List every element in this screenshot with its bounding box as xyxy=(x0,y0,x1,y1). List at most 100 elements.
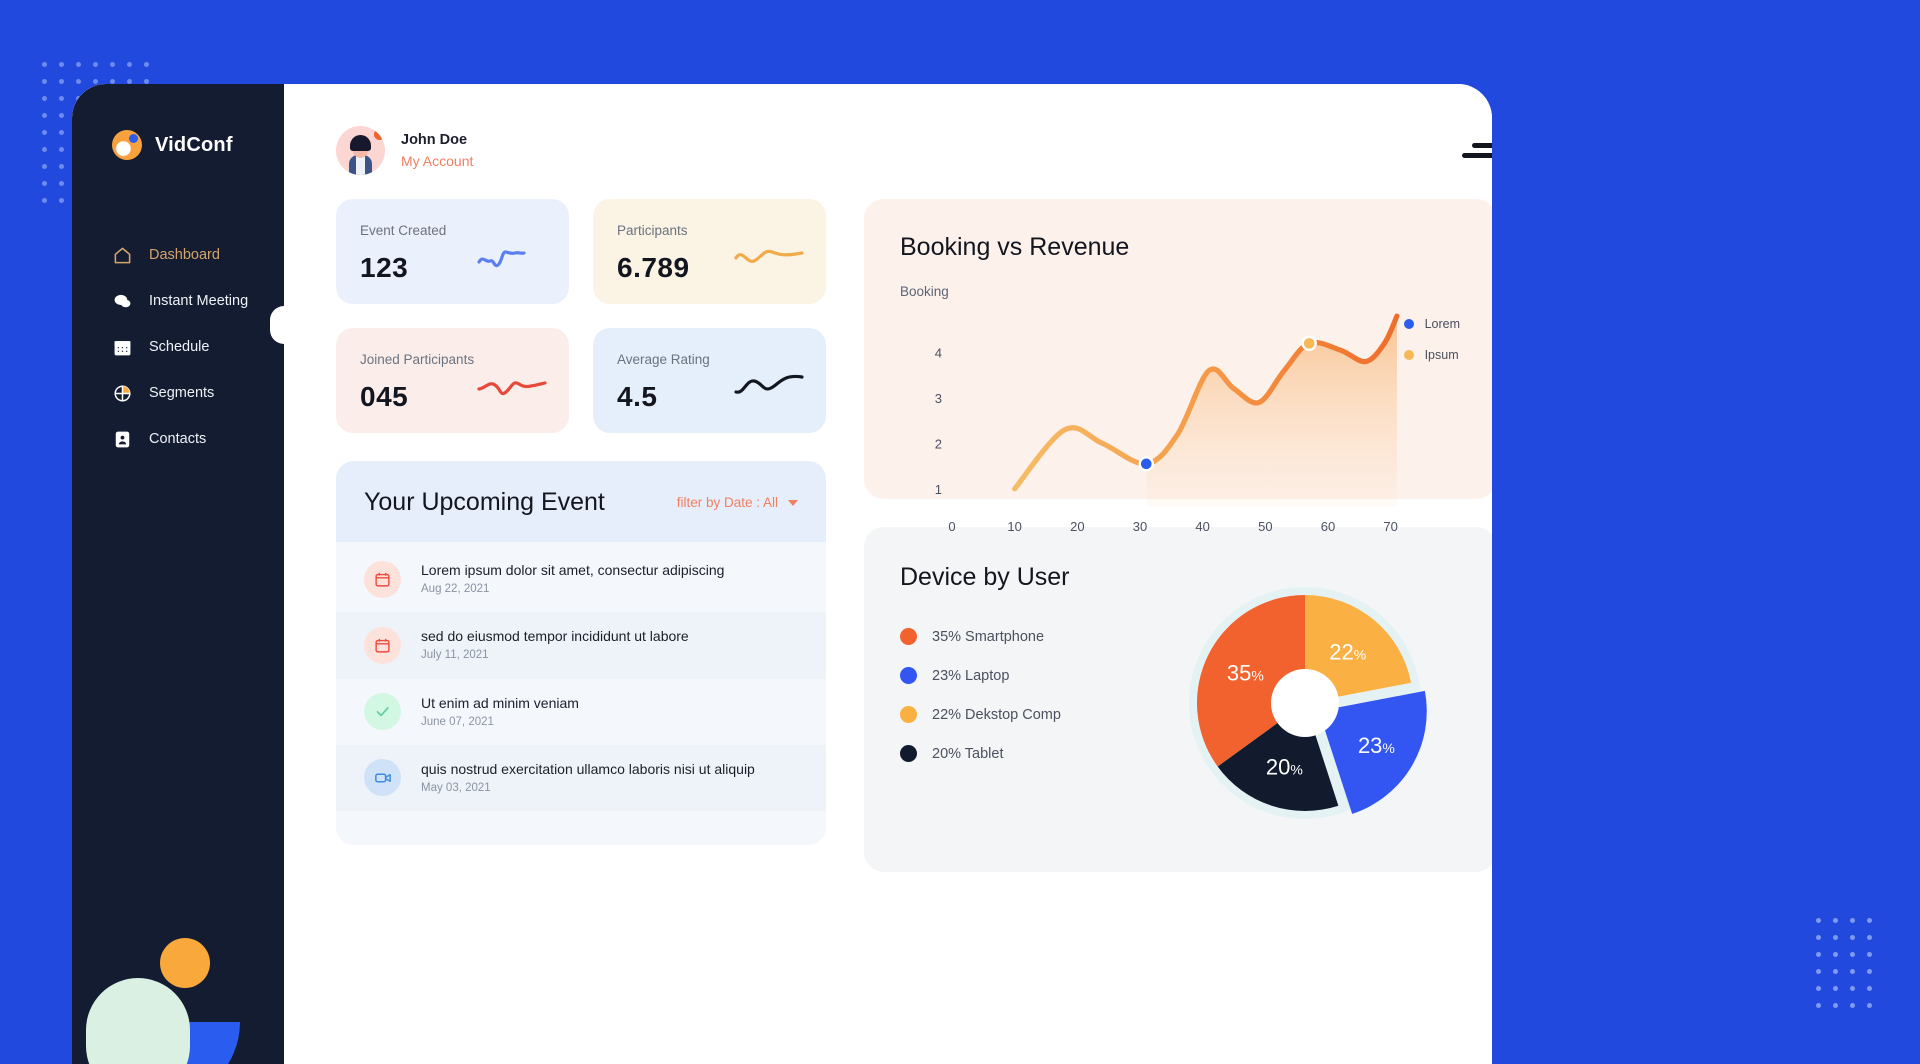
sidebar-item-label: Contacts xyxy=(149,431,207,447)
sidebar-item-label: Instant Meeting xyxy=(149,293,249,309)
stat-card-average-rating[interactable]: Average Rating 4.5 xyxy=(593,328,826,433)
list-item[interactable]: sed do eiusmod tempor incididunt ut labo… xyxy=(336,612,826,679)
hamburger-icon[interactable] xyxy=(1462,143,1492,158)
legend-label: 22% Dekstop Comp xyxy=(932,706,1061,723)
legend-label: 20% Tablet xyxy=(932,745,1004,762)
left-column: Event Created 123 Participants 6.789 Joi… xyxy=(336,199,826,872)
my-account-link[interactable]: My Account xyxy=(401,151,473,171)
event-date: July 11, 2021 xyxy=(421,649,489,662)
topbar: John Doe My Account xyxy=(284,84,1492,175)
right-column: Booking vs Revenue Booking 1 2 3 4 0 10 … xyxy=(864,199,1492,872)
donut-hole xyxy=(1271,668,1339,737)
upcoming-events-header: Your Upcoming Event filter by Date : All xyxy=(336,461,826,542)
legend-dot-ipsum xyxy=(1403,350,1414,360)
page-title: Your Upcoming Event xyxy=(364,488,605,516)
sidebar-item-segments[interactable]: Segments xyxy=(72,370,284,416)
chart-title: Device by User xyxy=(900,563,1070,591)
home-icon xyxy=(113,246,132,265)
device-legend: 35% Smartphone 23% Laptop 22% Dekstop Co… xyxy=(900,628,1160,762)
sidebar-item-label: Dashboard xyxy=(149,247,220,263)
device-by-user-panel: Device by User 35% Smartphone 23% Laptop xyxy=(864,527,1492,872)
sparkline-blue xyxy=(477,241,547,276)
sidebar: VidConf Dashboard Instant Meeting Schedu… xyxy=(72,84,284,1064)
donut-chart-svg: 22%23%20%35% xyxy=(1189,586,1427,819)
event-text: Lorem ipsum dolor sit amet, consectur ad… xyxy=(421,562,725,578)
booking-vs-revenue-panel: Booking vs Revenue Booking 1 2 3 4 0 10 … xyxy=(864,199,1492,534)
legend-item: Lorem xyxy=(1403,317,1460,331)
line-chart: 1 2 3 4 0 10 20 30 40 50 60 70 xyxy=(900,299,1460,536)
list-item[interactable]: quis nostrud exercitation ullamco labori… xyxy=(336,744,826,811)
legend-label: Lorem xyxy=(1424,317,1460,331)
sidebar-decoration xyxy=(72,904,284,1064)
sparkline-red xyxy=(477,370,547,405)
sparkline-amber xyxy=(734,241,804,276)
chart-legend: Lorem Ipsum xyxy=(1403,317,1460,379)
sidebar-item-label: Schedule xyxy=(149,339,210,355)
legend-dot-lorem xyxy=(1403,319,1414,329)
legend-item: Ipsum xyxy=(1403,348,1460,362)
device-legend-area: Device by User 35% Smartphone 23% Laptop xyxy=(900,563,1160,842)
legend-dot-tablet xyxy=(900,745,917,762)
x-axis-tick: 60 xyxy=(1321,519,1335,531)
y-axis-tick: 2 xyxy=(935,436,942,451)
sidebar-notch xyxy=(270,306,284,344)
chart-axes: 12340 10 20 30 40 50 60 70 xyxy=(935,345,1398,534)
sidebar-nav: Dashboard Instant Meeting Schedule Segme… xyxy=(72,232,284,462)
legend-dot-laptop xyxy=(900,667,917,684)
filter-label: filter by Date : All xyxy=(676,495,778,510)
video-circle-logo-icon xyxy=(112,130,142,160)
stat-card-joined-participants[interactable]: Joined Participants 045 xyxy=(336,328,569,433)
event-date: Aug 22, 2021 xyxy=(421,583,490,595)
event-text: quis nostrud exercitation ullamco labori… xyxy=(421,760,755,777)
x-axis-tick: 30 xyxy=(1133,519,1147,531)
x-axis-tick: 20 xyxy=(1070,519,1084,531)
event-date: May 03, 2021 xyxy=(421,781,491,794)
check-icon xyxy=(364,693,401,731)
avatar xyxy=(336,126,385,175)
sidebar-item-contacts[interactable]: Contacts xyxy=(72,416,284,462)
event-date: June 07, 2021 xyxy=(421,715,494,728)
contact-icon xyxy=(113,430,132,449)
upcoming-events-list: Lorem ipsum dolor sit amet, consectur ad… xyxy=(336,542,826,845)
chart-ylabel: Booking xyxy=(900,284,949,299)
calendar-icon xyxy=(364,626,401,664)
stat-card-participants[interactable]: Participants 6.789 xyxy=(593,199,826,304)
brand[interactable]: VidConf xyxy=(72,84,284,160)
filter-by-date-dropdown[interactable]: filter by Date : All xyxy=(677,495,798,510)
x-axis-tick: 0 xyxy=(948,519,955,531)
video-icon xyxy=(364,759,401,797)
sidebar-item-label: Segments xyxy=(149,385,215,401)
sidebar-item-schedule[interactable]: Schedule xyxy=(72,324,284,370)
user-profile[interactable]: John Doe My Account xyxy=(336,126,473,175)
status-dot xyxy=(374,129,385,140)
x-axis-tick: 50 xyxy=(1258,519,1272,531)
calendar-icon xyxy=(113,338,132,357)
chevron-down-icon xyxy=(788,499,798,506)
app-window: VidConf Dashboard Instant Meeting Schedu… xyxy=(72,84,1492,1064)
stat-cards: Event Created 123 Participants 6.789 Joi… xyxy=(336,199,826,433)
sidebar-item-instant-meeting[interactable]: Instant Meeting xyxy=(72,278,284,324)
stat-label: Event Created xyxy=(360,223,447,238)
donut-chart-area: 22% 23% 20% 35% xyxy=(1160,563,1460,842)
legend-item-tablet: 20% Tablet xyxy=(900,745,1160,762)
dashboard-grid: Event Created 123 Participants 6.789 Joi… xyxy=(284,175,1492,872)
legend-item-desktop: 22% Dekstop Comp xyxy=(900,706,1160,723)
x-axis-tick: 40 xyxy=(1195,519,1209,531)
user-name: John Doe xyxy=(401,131,468,148)
x-axis-tick: 10 xyxy=(1007,519,1021,531)
list-item[interactable]: Ut enim ad minim veniam June 07, 2021 xyxy=(336,679,826,745)
brand-name: VidConf xyxy=(155,133,233,156)
event-text: Ut enim ad minim veniam xyxy=(421,694,579,711)
stat-label: Joined Participants xyxy=(360,352,475,367)
stat-label: Participants xyxy=(617,223,688,238)
legend-label: 23% Laptop xyxy=(932,667,1010,684)
decorative-dot-grid-bottom-right xyxy=(1816,918,1872,1008)
legend-item-laptop: 23% Laptop xyxy=(900,667,1160,684)
calendar-icon xyxy=(364,560,401,598)
stat-label: Average Rating xyxy=(617,352,710,367)
chat-icon xyxy=(113,292,132,311)
sidebar-item-dashboard[interactable]: Dashboard xyxy=(72,232,284,278)
list-item[interactable]: Lorem ipsum dolor sit amet, consectur ad… xyxy=(336,546,826,612)
stat-card-event-created[interactable]: Event Created 123 xyxy=(336,199,569,304)
sparkline-dark xyxy=(734,370,804,405)
